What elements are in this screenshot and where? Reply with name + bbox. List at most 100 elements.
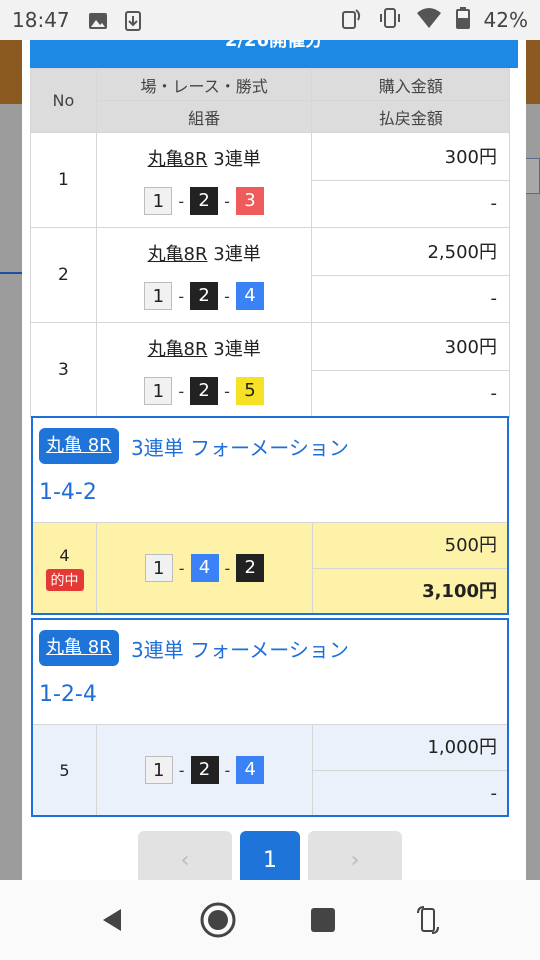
purchase-amount: 300円 (311, 322, 510, 371)
race-cell: 丸亀8R 3連単 1 - 2 - 5 (95, 322, 313, 418)
payout-amount: - (311, 274, 510, 323)
race-tag[interactable]: 丸亀 8R (39, 428, 119, 464)
race-name: 丸亀8R 3連単 (97, 240, 312, 266)
boat-number: 1 (144, 282, 173, 310)
boat-number: 4 (190, 554, 219, 582)
payout-amount: - (313, 770, 507, 815)
boat-number: 4 (235, 282, 264, 310)
combo-dash: - (178, 558, 185, 578)
combo-dash: - (178, 191, 185, 211)
wifi-icon (416, 7, 442, 34)
combo-dash: - (178, 286, 185, 306)
navigation-bar (0, 880, 540, 960)
amount-cell: 1,000円 - (313, 725, 507, 815)
boat-number: 2 (190, 756, 219, 784)
race-link[interactable]: 丸亀8R (148, 339, 208, 360)
formation-label: 3連単 フォーメーション (131, 638, 349, 662)
combo-text: 1-2-4 (39, 682, 97, 707)
race-link[interactable]: 丸亀8R (148, 149, 208, 170)
combo-boxes: 1 - 2 - 3 (97, 187, 312, 215)
battery-icon (455, 6, 470, 34)
combo-boxes: 1 - 2 - 4 (97, 282, 312, 310)
combo-dash: - (224, 558, 231, 578)
rotate-icon[interactable] (408, 900, 448, 940)
combo-dash: - (178, 381, 185, 401)
combo-dash: - (224, 286, 230, 306)
race-tag-label: 丸亀 8R (46, 637, 112, 658)
race-cell: 丸亀8R 3連単 1 - 2 - 4 (95, 227, 313, 323)
boat-number: 2 (236, 554, 265, 582)
formation-label: 3連単 フォーメーション (131, 436, 349, 460)
formation-card: 丸亀 8R 3連単 フォーメーション 1-4-2 4 的中 1 - 4 - 2 … (31, 416, 509, 615)
race-tag-label: 丸亀 8R (46, 435, 112, 456)
combo-dash: - (224, 191, 230, 211)
boat-number: 1 (144, 187, 173, 215)
row-no: 1 (30, 132, 97, 228)
bet-type: 3連単 (213, 149, 261, 170)
status-time: 18:47 (12, 8, 70, 32)
combo-dash: - (178, 760, 185, 780)
bet-type: 3連単 (213, 339, 261, 360)
bet-history-modal: 2/26開催分 No 場・レース・勝式 購入金額 組番 払戻金額 1 丸亀8R … (22, 40, 526, 886)
recents-icon[interactable] (303, 900, 343, 940)
boat-number: 2 (190, 187, 219, 215)
boat-number: 5 (235, 377, 264, 405)
status-bar: 18:47 42% (0, 0, 540, 40)
battery-level: 42% (483, 8, 528, 32)
nfc-icon (340, 6, 364, 35)
row-no: 2 (30, 227, 97, 323)
row-no: 4 (59, 545, 70, 565)
purchase-amount: 2,500円 (311, 227, 510, 276)
card-row: 5 1 - 2 - 4 1,000円 - (33, 724, 507, 815)
combo-boxes: 1 - 4 - 2 (97, 523, 313, 613)
boat-number: 1 (144, 554, 173, 582)
header-no: No (30, 68, 97, 133)
combo-boxes: 1 - 2 - 4 (97, 725, 313, 815)
header-combo: 組番 (95, 100, 313, 133)
back-icon[interactable] (93, 900, 133, 940)
table-row: 2 丸亀8R 3連単 1 - 2 - 4 2,500円 (30, 227, 510, 323)
formation-card: 丸亀 8R 3連単 フォーメーション 1-2-4 5 1 - 2 - 4 1,0… (31, 618, 509, 817)
header-payout: 払戻金額 (311, 100, 510, 133)
card-header: 丸亀 8R 3連単 フォーメーション 1-4-2 (33, 418, 507, 522)
card-header: 丸亀 8R 3連単 フォーメーション 1-2-4 (33, 620, 507, 724)
purchase-amount: 300円 (311, 132, 510, 181)
header-race: 場・レース・勝式 (95, 68, 313, 101)
row-no: 3 (30, 322, 97, 418)
boat-number: 1 (144, 377, 173, 405)
race-cell: 丸亀8R 3連単 1 - 2 - 3 (95, 132, 313, 228)
amount-cell: 500円 3,100円 (313, 523, 507, 613)
vibrate-icon (378, 6, 402, 35)
purchase-amount: 1,000円 (427, 737, 497, 758)
modal-title: 2/26開催分 (224, 40, 324, 51)
bets-table: No 場・レース・勝式 購入金額 組番 払戻金額 1 丸亀8R 3連単 1 - … (30, 68, 510, 418)
hit-badge: 的中 (45, 568, 84, 591)
combo-dash: - (224, 760, 231, 780)
payout-amount: 3,100円 (313, 568, 507, 613)
race-name: 丸亀8R 3連単 (97, 335, 312, 361)
boat-number: 3 (235, 187, 264, 215)
table-row: 3 丸亀8R 3連単 1 - 2 - 5 300円 (30, 322, 510, 418)
boat-number: 2 (190, 282, 219, 310)
boat-number: 1 (144, 756, 173, 784)
modal-header: 2/26開催分 (30, 40, 518, 68)
payout-amount: - (311, 369, 510, 418)
download-icon (124, 11, 144, 31)
table-row: 1 丸亀8R 3連単 1 - 2 - 3 300円 (30, 132, 510, 228)
row-no: 5 (59, 760, 70, 780)
race-link[interactable]: 丸亀8R (148, 244, 208, 265)
boat-number: 2 (190, 377, 219, 405)
row-no-cell: 4 的中 (33, 523, 97, 613)
combo-text: 1-4-2 (39, 480, 97, 505)
card-row: 4 的中 1 - 4 - 2 500円 3,100円 (33, 522, 507, 613)
race-tag[interactable]: 丸亀 8R (39, 630, 119, 666)
home-icon[interactable] (198, 900, 238, 940)
row-no-cell: 5 (33, 725, 97, 815)
header-purchase: 購入金額 (311, 68, 510, 101)
image-icon (88, 11, 108, 29)
bet-type: 3連単 (213, 244, 261, 265)
combo-boxes: 1 - 2 - 5 (97, 377, 312, 405)
combo-dash: - (224, 381, 230, 401)
purchase-amount: 500円 (444, 535, 497, 556)
race-name: 丸亀8R 3連単 (97, 145, 312, 171)
